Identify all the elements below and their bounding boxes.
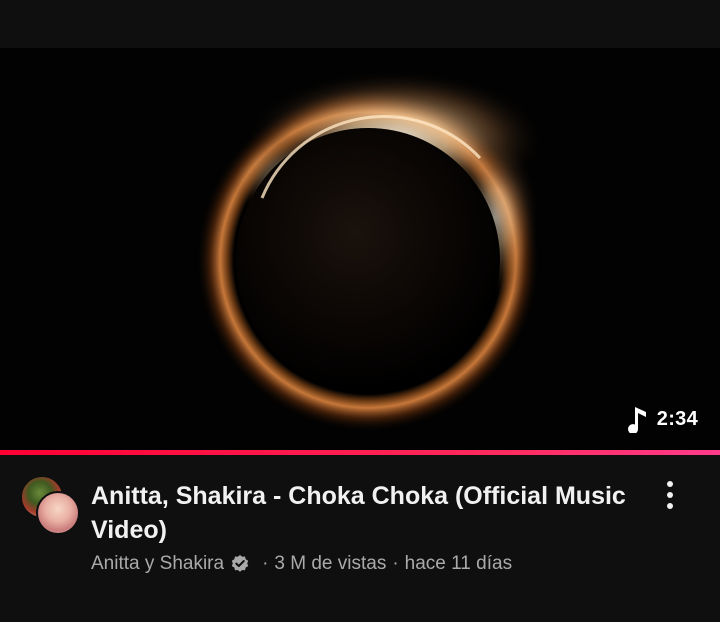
- music-note-icon: [627, 407, 646, 433]
- video-duration: 2:34: [656, 407, 698, 430]
- more-vertical-icon-dot: [667, 503, 673, 509]
- more-vertical-icon-dot: [667, 492, 673, 498]
- verified-badge-icon: [231, 555, 249, 572]
- video-thumbnail[interactable]: 2:34: [0, 48, 720, 450]
- upload-age: hace 11 días: [404, 553, 513, 574]
- channel-name[interactable]: Anitta y Shakira: [91, 553, 224, 575]
- video-metadata: Anitta y Shakira · 3 M de vistas · hace …: [91, 553, 512, 575]
- duration-badge: 2:34: [621, 404, 702, 434]
- channel-avatars[interactable]: [20, 475, 80, 535]
- meta-separator: ·: [262, 553, 269, 574]
- avatar-shakira[interactable]: [36, 491, 80, 535]
- top-bar-background: [0, 0, 720, 48]
- view-count: 3 M de vistas: [274, 553, 387, 574]
- video-info-row: Anitta, Shakira - Choka Choka (Official …: [0, 455, 720, 622]
- more-vertical-icon-dot: [667, 481, 673, 487]
- more-options-button[interactable]: [652, 475, 688, 515]
- eclipse-thumbnail-image: [0, 48, 720, 450]
- meta-separator: ·: [392, 553, 399, 574]
- video-feed-card: 2:34 Anitta, Shakira - Choka Choka (Offi…: [0, 0, 720, 622]
- video-title[interactable]: Anitta, Shakira - Choka Choka (Official …: [91, 479, 631, 547]
